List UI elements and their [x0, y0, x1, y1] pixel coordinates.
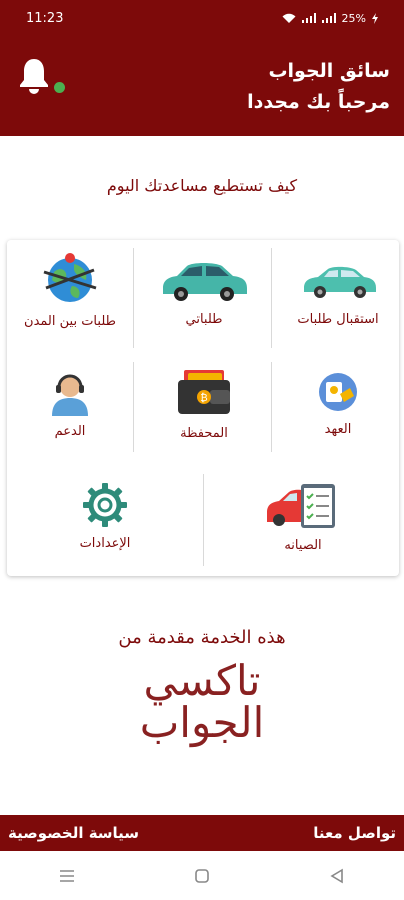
back-icon[interactable] [329, 868, 345, 884]
help-question: كيف تستطيع مساعدتك اليوم [106, 176, 298, 195]
brand-logo: تاكسي الجواب [0, 660, 404, 744]
contact-us-link[interactable]: تواصل معنا [313, 824, 396, 842]
wifi-icon [282, 13, 296, 23]
tile-receive-orders[interactable]: استقبال طلبات [277, 254, 399, 327]
tile-custody[interactable]: العهد [277, 370, 399, 437]
footer-bar: تواصل معنا سياسة الخصوصية [0, 815, 404, 851]
tile-wallet[interactable]: ₿ المحفظة [141, 366, 267, 441]
tile-label: العهد [324, 422, 352, 437]
divider [271, 362, 272, 452]
status-time: 11:23 [26, 10, 64, 26]
globe-icon [43, 253, 97, 302]
header-subtitle: مرحباً بك مجددا [247, 91, 390, 113]
tile-label: الدعم [54, 424, 86, 439]
divider [133, 362, 134, 452]
maintenance-icon [267, 484, 335, 528]
tile-maintenance[interactable]: الصيانه [207, 482, 399, 553]
notification-bell-icon[interactable] [16, 56, 52, 96]
divider [271, 248, 272, 348]
menu-icon[interactable] [59, 869, 75, 883]
tile-label: الصيانه [284, 538, 322, 553]
online-indicator [54, 82, 65, 93]
signal-icon-2 [321, 13, 336, 23]
services-grid: استقبال طلبات طلباتي طلبات بين المدن الع… [7, 240, 399, 576]
custody-icon [319, 373, 357, 411]
tile-settings[interactable]: الإعدادات [7, 482, 203, 551]
signal-icon [301, 13, 316, 23]
system-navigation-bar [0, 851, 404, 900]
tile-label: المحفظة [180, 426, 228, 441]
taxi-icon [163, 263, 247, 301]
car-icon [304, 266, 376, 298]
tile-label: طلبات بين المدن [24, 314, 116, 329]
tile-label: استقبال طلبات [297, 312, 379, 327]
charging-icon [372, 12, 378, 24]
provided-by-text: هذه الخدمة مقدمة من [118, 627, 286, 648]
tile-support[interactable]: الدعم [7, 370, 133, 439]
home-icon[interactable] [194, 868, 210, 884]
brand-line-1: تاكسي [143, 656, 261, 705]
tile-label: الإعدادات [79, 536, 131, 551]
brand-line-2: الجواب [139, 698, 265, 747]
divider [203, 474, 204, 566]
privacy-policy-link[interactable]: سياسة الخصوصية [8, 824, 139, 842]
status-icons: 25% [282, 12, 378, 25]
app-header: سائق الجواب مرحباً بك مجددا [0, 36, 404, 136]
tile-intercity-orders[interactable]: طلبات بين المدن [7, 250, 133, 329]
status-bar: 11:23 25% [0, 0, 404, 36]
tile-my-orders[interactable]: طلباتي [141, 254, 267, 327]
battery-level: 25% [341, 11, 366, 25]
wallet-icon: ₿ [178, 370, 230, 414]
support-icon [52, 374, 88, 416]
svg-text:₿: ₿ [200, 392, 207, 404]
header-title: سائق الجواب [268, 60, 390, 82]
divider [133, 248, 134, 348]
gear-icon [83, 483, 127, 527]
tile-label: طلباتي [185, 312, 223, 327]
